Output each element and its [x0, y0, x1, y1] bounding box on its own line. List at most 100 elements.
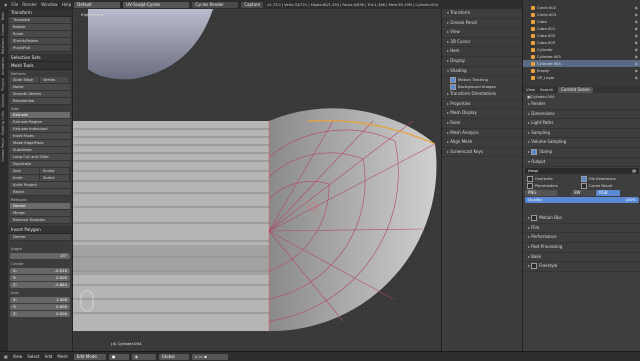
npanel-grease-pencil[interactable]: Grease Pencil: [442, 19, 523, 29]
spin-button[interactable]: Spin: [10, 168, 40, 175]
tab-grease-pencil[interactable]: Grease Pencil: [1, 138, 5, 162]
outliner-item[interactable]: Cube.002 ◉: [523, 32, 640, 39]
render-section[interactable]: Render: [523, 100, 640, 110]
outliner-item[interactable]: Circle.003 ◉: [523, 11, 640, 18]
menu-render[interactable]: Render: [22, 2, 37, 7]
menu-window[interactable]: Window: [41, 2, 58, 7]
translate-button[interactable]: Translate: [10, 17, 70, 24]
tab-physics[interactable]: Physics: [1, 78, 5, 91]
quality-slider[interactable]: Quality: 100%: [525, 197, 639, 204]
placeholders-toggle[interactable]: Placeholders: [527, 182, 581, 189]
3d-viewport[interactable]: Right Ortho (4) Cylinder.004: [73, 9, 441, 351]
file-format-selector[interactable]: PNG: [525, 189, 557, 196]
outliner-item[interactable]: Cylinder.003 ◉: [523, 53, 640, 60]
center-x-field[interactable]: X: -0.010: [10, 268, 70, 274]
delete-button[interactable]: Delete: [10, 203, 70, 210]
mode-selector[interactable]: Edit Mode: [73, 353, 106, 360]
push-pull-button[interactable]: Push/Pull: [10, 45, 70, 52]
pivot-selector[interactable]: ◈: [131, 353, 156, 360]
knife-button[interactable]: Knife: [10, 175, 40, 182]
npanel-properties[interactable]: Properties: [442, 100, 523, 110]
outliner-item[interactable]: Empty ◉: [523, 67, 640, 74]
output-path-field[interactable]: /tmp/▤: [525, 168, 639, 175]
tab-options[interactable]: Options: [1, 94, 5, 108]
axis-x-field[interactable]: X: 1.000: [10, 297, 70, 303]
screw-button[interactable]: Screw: [40, 168, 70, 175]
motion-blur-section[interactable]: Motion Blur: [523, 214, 640, 224]
color-rgb-button[interactable]: RGB: [596, 189, 620, 196]
editor-type-icon[interactable]: ▦: [4, 354, 8, 359]
cache-result-toggle[interactable]: Cache Result: [581, 182, 612, 189]
post-processing-section[interactable]: Post Processing: [523, 243, 640, 253]
merge-button[interactable]: Merge: [10, 210, 70, 217]
npanel-screencast-keys[interactable]: Screencast Keys: [442, 148, 523, 158]
scale-button[interactable]: Scale: [10, 31, 70, 38]
file-extensions-toggle[interactable]: File Extensions: [581, 175, 616, 182]
menu-file[interactable]: File: [11, 2, 18, 7]
color-bw-button[interactable]: BW: [571, 189, 595, 196]
npanel-transform-orientations[interactable]: Transform Orientations: [442, 90, 523, 100]
center-z-field[interactable]: Z: -5.884: [10, 282, 70, 288]
outliner-item[interactable]: GP_Layer ◉: [523, 74, 640, 81]
knife-project-button[interactable]: Knife Project: [10, 182, 70, 189]
dimensions-section[interactable]: Dimensions: [523, 110, 640, 120]
extrude-individual-button[interactable]: Extrude Individual: [10, 126, 70, 133]
rotate-button[interactable]: Rotate: [10, 24, 70, 31]
npanel-transform[interactable]: Transform: [442, 9, 523, 19]
slide-edge-button[interactable]: Slide Edge: [10, 77, 40, 84]
center-y-field[interactable]: Y: 0.000: [10, 275, 70, 281]
extrude-button[interactable]: Extrude: [10, 112, 70, 119]
loop-cut-button[interactable]: Loop Cut and Slide: [10, 154, 70, 161]
tab-relations[interactable]: Relations: [1, 38, 5, 54]
make-edge-face-button[interactable]: Make Edge/Face: [10, 140, 70, 147]
volume-sampling-section[interactable]: Volume Sampling: [523, 138, 640, 148]
overwrite-toggle[interactable]: Overwrite: [527, 175, 581, 182]
axis-y-field[interactable]: Y: 0.000: [10, 304, 70, 310]
noise-button[interactable]: Noise: [10, 84, 70, 91]
props-view-menu[interactable]: View: [526, 87, 535, 92]
menu-add[interactable]: Add: [45, 354, 53, 359]
menu-mesh[interactable]: Mesh: [57, 354, 68, 359]
stamp-section[interactable]: Stamp: [523, 148, 640, 158]
npanel-shading[interactable]: Shading: [442, 67, 523, 77]
insert-polygon-header[interactable]: Insert Polygon: [8, 226, 72, 234]
shrink-fatten-button[interactable]: Shrink/Fatten: [10, 38, 70, 45]
props-search-menu[interactable]: Search: [540, 87, 553, 92]
outliner-item[interactable]: Circle.002 ◉: [523, 4, 640, 11]
slide-vertex-button[interactable]: Vertex: [40, 77, 70, 84]
transform-panel-header[interactable]: Transform: [8, 9, 72, 17]
shading-mode-selector[interactable]: ●: [108, 353, 129, 360]
axis-z-field[interactable]: Z: 0.000: [10, 311, 70, 317]
motion-tracking-toggle[interactable]: Motion Tracking: [442, 76, 523, 83]
bisect-button[interactable]: Bisect: [10, 189, 70, 196]
smooth-vertex-button[interactable]: Smooth Vertex: [10, 91, 70, 98]
menu-select[interactable]: Select: [27, 354, 39, 359]
npanel-mesh-analysis[interactable]: Mesh Analysis: [442, 129, 523, 139]
outliner-item[interactable]: Cube ◉: [523, 18, 640, 25]
scene-selector[interactable]: UV-Sculpt-Cycles: [123, 1, 190, 8]
light-paths-section[interactable]: Light Paths: [523, 119, 640, 129]
transform-orientation-selector[interactable]: Global: [158, 353, 189, 360]
npanel-view[interactable]: View: [442, 28, 523, 38]
duplicate-button[interactable]: Duplicate: [10, 161, 70, 168]
viewport-canvas[interactable]: [73, 9, 441, 351]
tab-shading-uvs[interactable]: Shading / UVs: [1, 111, 5, 135]
remove-doubles-button[interactable]: Remove Doubles: [10, 217, 70, 224]
selection-mode-buttons[interactable]: ▫ ▭ ▪: [191, 353, 228, 360]
performance-section[interactable]: Performance: [523, 233, 640, 243]
outliner-item-active[interactable]: Cylinder.004 ◉: [523, 60, 640, 67]
output-section[interactable]: Output: [523, 158, 640, 168]
outliner-item[interactable]: Cylinder ◉: [523, 46, 640, 53]
operator-delete-button[interactable]: Delete: [10, 234, 70, 241]
npanel-ruler[interactable]: Ruler: [442, 119, 523, 129]
outliner-item[interactable]: Cube.001 ◉: [523, 25, 640, 32]
npanel-item[interactable]: Item: [442, 47, 523, 57]
capture-button[interactable]: Capture: [241, 1, 264, 8]
tab-animation[interactable]: Animation: [1, 57, 5, 75]
film-section[interactable]: Film: [523, 224, 640, 234]
subdivide-button[interactable]: Subdivide: [10, 147, 70, 154]
render-engine-selector[interactable]: Cycles Render: [192, 1, 239, 8]
sampling-section[interactable]: Sampling: [523, 129, 640, 139]
layout-selector[interactable]: Default: [74, 1, 121, 8]
npanel-mesh-display[interactable]: Mesh Display: [442, 109, 523, 119]
